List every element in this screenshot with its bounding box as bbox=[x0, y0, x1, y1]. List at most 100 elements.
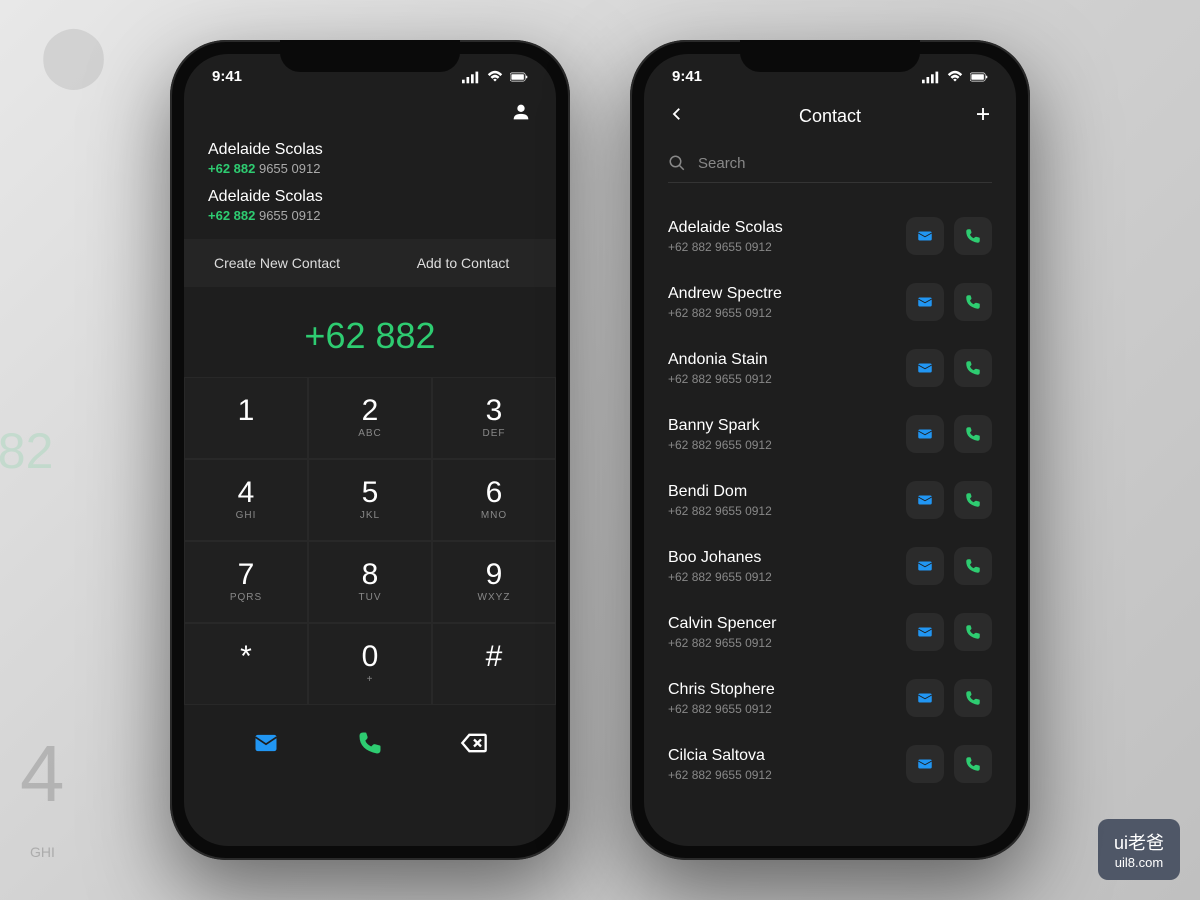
contact-item[interactable]: Andrew Spectre +62 882 9655 0912 bbox=[668, 269, 992, 335]
contact-call-button[interactable] bbox=[954, 415, 992, 453]
contact-item[interactable]: Boo Johanes +62 882 9655 0912 bbox=[668, 533, 992, 599]
contact-phone: +62 882 9655 0912 bbox=[668, 768, 906, 782]
keypad-key-0[interactable]: 0+ bbox=[308, 623, 432, 705]
mail-icon bbox=[252, 729, 280, 757]
phone-icon bbox=[964, 689, 982, 707]
mail-icon bbox=[916, 425, 934, 443]
keypad: 12ABC3DEF 4GHI5JKL6MNO 7PQRS8 TUV9WXYZ *0+# bbox=[184, 377, 556, 705]
create-contact-button[interactable]: Create New Contact bbox=[184, 239, 370, 287]
signal-icon bbox=[922, 70, 940, 84]
phone-icon bbox=[964, 623, 982, 641]
contact-info: Boo Johanes +62 882 9655 0912 bbox=[668, 549, 906, 584]
keypad-key-3[interactable]: 3DEF bbox=[432, 377, 556, 459]
battery-icon bbox=[970, 70, 988, 84]
back-button[interactable] bbox=[668, 105, 686, 128]
search-icon bbox=[668, 154, 686, 172]
contact-phone: +62 882 9655 0912 bbox=[668, 306, 906, 320]
contact-phone: +62 882 9655 0912 bbox=[668, 570, 906, 584]
contact-item[interactable]: Adelaide Scolas +62 882 9655 0912 bbox=[668, 203, 992, 269]
contact-item[interactable]: Andonia Stain +62 882 9655 0912 bbox=[668, 335, 992, 401]
page-title: Contact bbox=[799, 106, 861, 127]
key-digit: 3 bbox=[433, 396, 555, 426]
keypad-key-4[interactable]: 4GHI bbox=[184, 459, 308, 541]
contact-info: Andrew Spectre +62 882 9655 0912 bbox=[668, 285, 906, 320]
add-contact-button[interactable] bbox=[974, 105, 992, 128]
keypad-key-*[interactable]: * bbox=[184, 623, 308, 705]
contact-mail-button[interactable] bbox=[906, 679, 944, 717]
phone-icon bbox=[964, 359, 982, 377]
search-placeholder: Search bbox=[698, 155, 746, 172]
phone-icon bbox=[964, 755, 982, 773]
contact-call-button[interactable] bbox=[954, 613, 992, 651]
contact-name: Chris Stophere bbox=[668, 681, 906, 699]
keypad-key-2[interactable]: 2ABC bbox=[308, 377, 432, 459]
keypad-key-#[interactable]: # bbox=[432, 623, 556, 705]
contact-actions bbox=[906, 481, 992, 519]
contact-mail-button[interactable] bbox=[906, 349, 944, 387]
mail-icon bbox=[916, 557, 934, 575]
key-letters: + bbox=[309, 674, 431, 686]
phone-mockup-dialer: 9:41 Adelaide Scolas +62 882 9655 0912 A… bbox=[170, 40, 570, 860]
keypad-key-8[interactable]: 8 TUV bbox=[308, 541, 432, 623]
bottom-actions bbox=[184, 705, 556, 782]
contact-mail-button[interactable] bbox=[906, 217, 944, 255]
notch bbox=[280, 40, 460, 72]
key-letters bbox=[433, 674, 555, 686]
contact-mail-button[interactable] bbox=[906, 547, 944, 585]
contact-mail-button[interactable] bbox=[906, 613, 944, 651]
contact-phone: +62 882 9655 0912 bbox=[668, 504, 906, 518]
contact-phone: +62 882 9655 0912 bbox=[668, 636, 906, 650]
keypad-key-1[interactable]: 1 bbox=[184, 377, 308, 459]
contact-call-button[interactable] bbox=[954, 481, 992, 519]
contact-mail-button[interactable] bbox=[906, 415, 944, 453]
key-digit: 8 bbox=[309, 560, 431, 590]
mail-icon bbox=[916, 623, 934, 641]
contact-call-button[interactable] bbox=[954, 217, 992, 255]
contact-item[interactable]: Chris Stophere +62 882 9655 0912 bbox=[668, 665, 992, 731]
search-input[interactable]: Search bbox=[668, 144, 992, 183]
contact-call-button[interactable] bbox=[954, 283, 992, 321]
backspace-icon bbox=[460, 729, 488, 757]
keypad-key-7[interactable]: 7PQRS bbox=[184, 541, 308, 623]
contact-info: Andonia Stain +62 882 9655 0912 bbox=[668, 351, 906, 386]
suggestion-name: Adelaide Scolas bbox=[208, 141, 532, 159]
status-indicators bbox=[462, 70, 528, 84]
contact-info: Banny Spark +62 882 9655 0912 bbox=[668, 417, 906, 452]
backspace-button[interactable] bbox=[460, 729, 488, 762]
key-letters: GHI bbox=[185, 510, 307, 522]
keypad-key-9[interactable]: 9WXYZ bbox=[432, 541, 556, 623]
contact-item[interactable]: Bendi Dom +62 882 9655 0912 bbox=[668, 467, 992, 533]
phone-icon bbox=[964, 227, 982, 245]
key-letters: WXYZ bbox=[433, 592, 555, 604]
profile-icon[interactable] bbox=[510, 101, 532, 123]
contact-actions bbox=[906, 283, 992, 321]
status-time: 9:41 bbox=[672, 68, 702, 85]
contact-item[interactable]: Cilcia Saltova +62 882 9655 0912 bbox=[668, 731, 992, 797]
suggestion-item[interactable]: Adelaide Scolas +62 882 9655 0912 bbox=[184, 182, 556, 229]
contact-list[interactable]: Adelaide Scolas +62 882 9655 0912 Andrew… bbox=[644, 183, 1016, 823]
contact-phone: +62 882 9655 0912 bbox=[668, 372, 906, 386]
contact-name: Andrew Spectre bbox=[668, 285, 906, 303]
dialer-header bbox=[184, 93, 556, 135]
message-button[interactable] bbox=[252, 729, 280, 762]
contact-mail-button[interactable] bbox=[906, 481, 944, 519]
suggestion-item[interactable]: Adelaide Scolas +62 882 9655 0912 bbox=[184, 135, 556, 182]
contact-name: Adelaide Scolas bbox=[668, 219, 906, 237]
call-button[interactable] bbox=[356, 729, 384, 762]
key-letters: TUV bbox=[309, 592, 431, 604]
contact-call-button[interactable] bbox=[954, 679, 992, 717]
suggestion-name: Adelaide Scolas bbox=[208, 188, 532, 206]
suggestion-phone: +62 882 9655 0912 bbox=[208, 208, 532, 223]
keypad-key-6[interactable]: 6MNO bbox=[432, 459, 556, 541]
contact-mail-button[interactable] bbox=[906, 283, 944, 321]
keypad-key-5[interactable]: 5JKL bbox=[308, 459, 432, 541]
contact-item[interactable]: Calvin Spencer +62 882 9655 0912 bbox=[668, 599, 992, 665]
phone-mockup-contacts: 9:41 Contact Search Adelaide Scolas +62 … bbox=[630, 40, 1030, 860]
contact-call-button[interactable] bbox=[954, 349, 992, 387]
contact-mail-button[interactable] bbox=[906, 745, 944, 783]
add-to-contact-button[interactable]: Add to Contact bbox=[370, 239, 556, 287]
key-digit: 2 bbox=[309, 396, 431, 426]
contact-call-button[interactable] bbox=[954, 745, 992, 783]
contact-call-button[interactable] bbox=[954, 547, 992, 585]
contact-item[interactable]: Banny Spark +62 882 9655 0912 bbox=[668, 401, 992, 467]
